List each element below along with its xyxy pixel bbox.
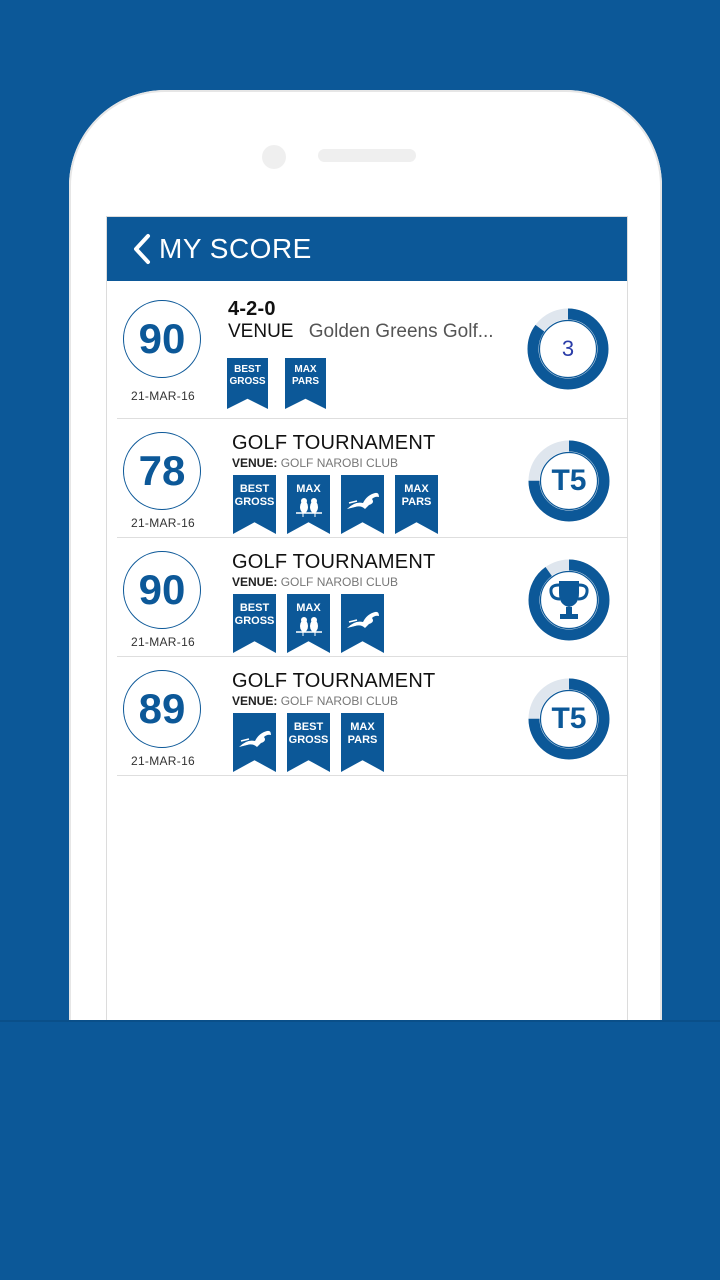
eagle-icon [238,730,271,747]
rank-label: T5 [551,464,587,497]
badge-list: BEST GROSS MAX [233,594,384,653]
venue-line: VENUE: GOLF NAROBI CLUB [232,694,398,708]
eagle-badge [341,594,384,653]
score-date: 21-MAR-16 [130,389,196,403]
score-date: 21-MAR-16 [130,754,196,768]
app-bar: MY SCORE [107,217,627,281]
venue-label: VENUE: [232,575,278,589]
venue-label: VENUE: [232,456,278,470]
venue-line: VENUE: GOLF NAROBI CLUB [232,575,398,589]
max-birdies-badge: MAX [287,594,330,653]
venue-name: GOLF NAROBI CLUB [280,694,399,708]
trophy-icon [527,558,611,642]
score-circle: 90 [123,551,201,629]
birds-icon [295,617,322,636]
rank-ring: 3 [526,307,610,391]
best-gross-badge: BEST GROSS [233,475,276,534]
rank-ring: T5 [527,439,611,523]
eagle-badge [233,713,276,772]
rank-label: 3 [561,336,575,361]
score-circle: 90 [123,300,201,378]
venue-name: GOLF NAROBI CLUB [280,575,399,589]
score-row[interactable]: 78 21-MAR-16 GOLF TOURNAMENT VENUE: GOLF… [117,419,627,538]
best-gross-badge: BEST GROSS [233,594,276,653]
back-chevron-icon[interactable] [131,233,153,265]
score-row[interactable]: 90 21-MAR-16 4-2-0 VENUE Golden Greens G… [117,283,627,419]
bottom-band [0,1020,720,1280]
badge-list: BEST GROSS MAX PARS [233,713,384,772]
venue-line: VENUE Golden Greens Golf... [228,321,494,343]
venue-label: VENUE [228,321,294,342]
score-row[interactable]: 90 21-MAR-16 GOLF TOURNAMENT VENUE: GOLF… [117,538,627,657]
birds-icon [295,498,322,517]
best-gross-badge: BEST GROSS [287,713,330,772]
page-title: MY SCORE [159,233,312,264]
venue-label: VENUE: [232,694,278,708]
speaker [318,149,416,162]
max-pars-badge: MAX PARS [395,475,438,534]
eagle-icon [346,492,379,509]
rank-ring [527,558,611,642]
venue-name: GOLF NAROBI CLUB [280,456,399,470]
badge-list: BEST GROSS MAX MAX PARS [233,475,438,534]
app-screen: MY SCORE 90 21-MAR-16 4-2-0 VENUE Golden… [106,216,628,1022]
eagle-badge [341,475,384,534]
score-date: 21-MAR-16 [130,516,196,530]
badge-list: BEST GROSS MAX PARS [227,358,326,409]
rank-ring: T5 [527,677,611,761]
eagle-icon [346,611,379,628]
venue-name: Golden Greens Golf... [308,321,494,342]
badge-label: MAX [296,483,321,495]
camera [262,145,286,169]
score-circle: 78 [123,432,201,510]
score-row[interactable]: 89 21-MAR-16 GOLF TOURNAMENT VENUE: GOLF… [117,657,627,776]
event-title: GOLF TOURNAMENT [232,670,436,692]
badge-label: MAX [296,602,321,614]
event-title: 4-2-0 [228,298,276,320]
best-gross-badge: BEST GROSS [227,358,268,409]
event-title: GOLF TOURNAMENT [232,432,436,454]
venue-line: VENUE: GOLF NAROBI CLUB [232,456,398,470]
max-birdies-badge: MAX [287,475,330,534]
max-pars-badge: MAX PARS [341,713,384,772]
max-pars-badge: MAX PARS [285,358,326,409]
event-title: GOLF TOURNAMENT [232,551,436,573]
rank-label: T5 [551,702,587,735]
score-circle: 89 [123,670,201,748]
score-list: 90 21-MAR-16 4-2-0 VENUE Golden Greens G… [107,283,627,776]
score-date: 21-MAR-16 [130,635,196,649]
